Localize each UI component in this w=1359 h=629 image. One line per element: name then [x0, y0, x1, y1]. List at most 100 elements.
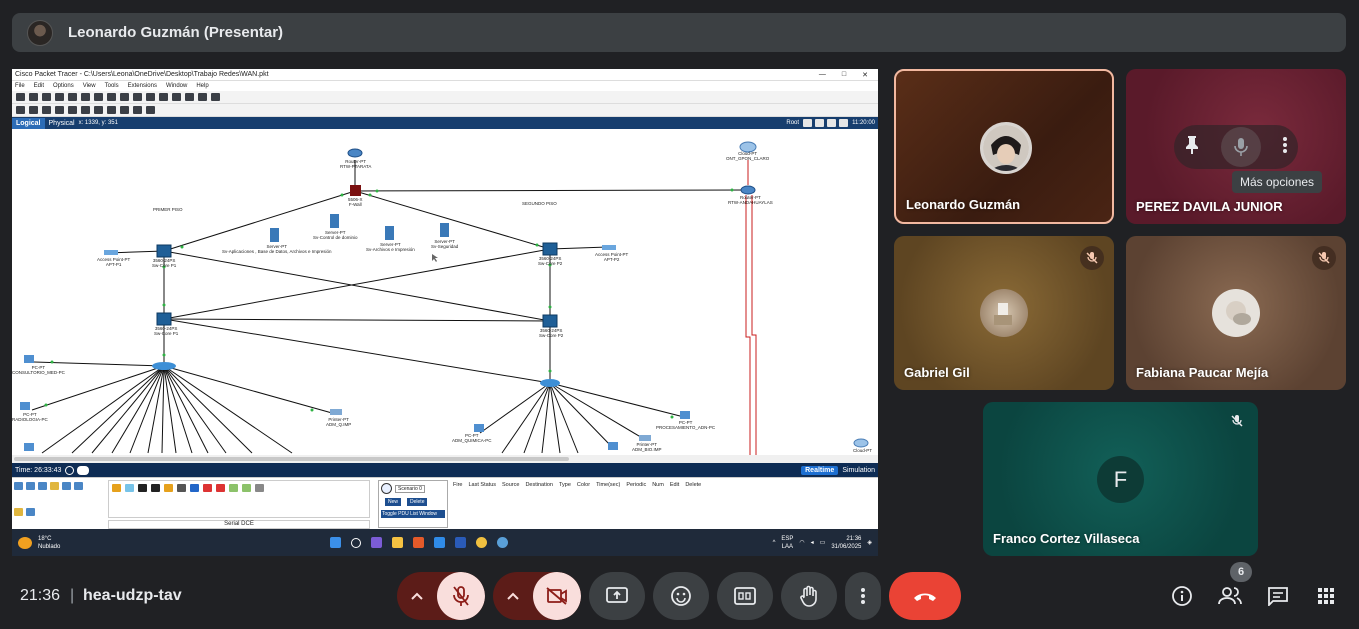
participant-tile-franco[interactable]: F Franco Cortez Villaseca [983, 402, 1258, 556]
raise-hand-button[interactable] [781, 572, 837, 620]
info-icon[interactable] [68, 93, 77, 101]
scrollbar-thumb[interactable] [14, 457, 569, 461]
lang-label-2[interactable]: LAA [781, 543, 793, 551]
wifi-icon[interactable]: ◠ [799, 539, 804, 546]
menu-help[interactable]: Help [196, 83, 208, 89]
reactions-button[interactable] [653, 572, 709, 620]
ellipse-icon[interactable] [107, 106, 116, 114]
search-icon[interactable] [351, 537, 362, 548]
draw-line-icon[interactable] [81, 106, 90, 114]
delete-icon[interactable] [42, 106, 51, 114]
set-background-icon[interactable] [839, 119, 849, 127]
scenario-select[interactable]: Scenario 0 [395, 484, 425, 493]
resize-icon[interactable] [55, 106, 64, 114]
zoom-reset-icon[interactable] [159, 93, 168, 101]
switches-icon[interactable] [26, 482, 35, 490]
rectangle-icon[interactable] [94, 106, 103, 114]
new-button[interactable]: New [385, 498, 402, 506]
taskbar-date[interactable]: 31/06/2025 [831, 543, 861, 551]
add-pdu-icon[interactable] [133, 106, 142, 114]
participant-tile-perez[interactable]: Más opciones PEREZ DAVILA JUNIOR [1126, 69, 1346, 224]
pt-workspace[interactable]: PRIMER PISO SEGUNDO PISO Router-PT RTW-P… [12, 135, 878, 455]
tab-logical[interactable]: Logical [12, 117, 45, 129]
realtime-tab[interactable]: Realtime [801, 465, 839, 475]
menu-file[interactable]: File [15, 83, 25, 89]
routers-icon[interactable] [14, 482, 23, 490]
cluster-icon[interactable] [815, 119, 825, 127]
delete-button[interactable]: Delete [407, 498, 428, 506]
info-circle-icon[interactable] [381, 483, 392, 494]
phone-cable-icon[interactable] [177, 484, 186, 492]
participant-tile-leonardo[interactable]: Leonardo Guzmán [894, 69, 1114, 224]
camera-options-chevron-icon[interactable] [493, 592, 533, 600]
menu-view[interactable]: View [83, 83, 96, 89]
note-icon[interactable] [68, 106, 77, 114]
chat-button[interactable] [1262, 580, 1294, 612]
captions-button[interactable] [717, 572, 773, 620]
components-icon[interactable] [74, 482, 83, 490]
fiber-cable-icon[interactable] [164, 484, 173, 492]
serial-dte-icon[interactable] [216, 484, 225, 492]
simulation-tab[interactable]: Simulation [842, 467, 875, 474]
complex-pdu-icon[interactable] [146, 106, 155, 114]
menu-edit[interactable]: Edit [34, 83, 44, 89]
lightning-icon[interactable] [14, 508, 23, 516]
word-icon[interactable] [455, 537, 467, 548]
paste-icon[interactable] [107, 93, 116, 101]
redo-icon[interactable] [133, 93, 142, 101]
save-icon[interactable] [42, 93, 51, 101]
select-icon[interactable] [16, 106, 25, 114]
battery-icon[interactable]: ▭ [820, 539, 826, 546]
more-options-icon[interactable] [1282, 136, 1288, 159]
straight-cable-icon[interactable] [138, 484, 147, 492]
open-icon[interactable] [29, 93, 38, 101]
participant-tile-fabiana[interactable]: Fabiana Paucar Mejía [1126, 236, 1346, 390]
back-icon[interactable] [803, 119, 813, 127]
hubs-icon[interactable] [38, 482, 47, 490]
shared-screen[interactable]: Cisco Packet Tracer - C:\Users\Leona\One… [12, 69, 878, 556]
more-options-button[interactable] [845, 572, 881, 620]
meeting-code[interactable]: hea-udzp-tav [83, 587, 182, 605]
custom-device-icon[interactable] [198, 93, 207, 101]
viewport-icon[interactable] [211, 93, 220, 101]
new-icon[interactable] [16, 93, 25, 101]
console-cable-icon[interactable] [125, 484, 134, 492]
inspect-icon[interactable] [29, 106, 38, 114]
mic-options-chevron-icon[interactable] [397, 592, 437, 600]
maximize-icon[interactable]: □ [842, 71, 846, 79]
drawing-palette-icon[interactable] [185, 93, 194, 101]
packet-tracer-icon[interactable] [497, 537, 509, 548]
vscode-icon[interactable] [434, 537, 446, 548]
windows-start-icon[interactable] [330, 537, 342, 548]
mic-icon[interactable] [1220, 127, 1261, 167]
brave-icon[interactable] [413, 537, 425, 548]
tray-chevron-icon[interactable]: ^ [773, 540, 776, 546]
volume-icon[interactable]: ◂ [811, 539, 814, 546]
zoom-out-icon[interactable] [172, 93, 181, 101]
chrome-icon[interactable] [476, 537, 488, 548]
present-screen-button[interactable] [589, 572, 645, 620]
usb-cable-icon[interactable] [255, 484, 264, 492]
menu-options[interactable]: Options [53, 83, 74, 89]
print-icon[interactable] [55, 93, 64, 101]
serial-dce-icon[interactable] [203, 484, 212, 492]
freeform-icon[interactable] [120, 106, 129, 114]
tab-physical[interactable]: Physical [45, 118, 79, 129]
meeting-info-button[interactable] [1166, 580, 1198, 612]
menu-window[interactable]: Window [166, 83, 187, 89]
minimize-icon[interactable]: — [819, 71, 826, 79]
menu-tools[interactable]: Tools [105, 83, 119, 89]
wizard-icon[interactable] [81, 93, 90, 101]
notification-icon[interactable]: ◈ [867, 539, 872, 546]
mic-off-button[interactable] [437, 572, 485, 620]
auto-cable-icon[interactable] [112, 484, 121, 492]
leave-call-button[interactable] [889, 572, 961, 620]
iot-cable-icon[interactable] [242, 484, 251, 492]
move-icon[interactable] [827, 119, 837, 127]
cross-cable-icon[interactable] [151, 484, 160, 492]
menu-extensions[interactable]: Extensions [128, 83, 157, 89]
file-explorer-icon[interactable] [392, 537, 404, 548]
fast-forward-icon[interactable] [77, 465, 90, 475]
people-button[interactable] [1214, 580, 1246, 612]
undo-icon[interactable] [120, 93, 129, 101]
